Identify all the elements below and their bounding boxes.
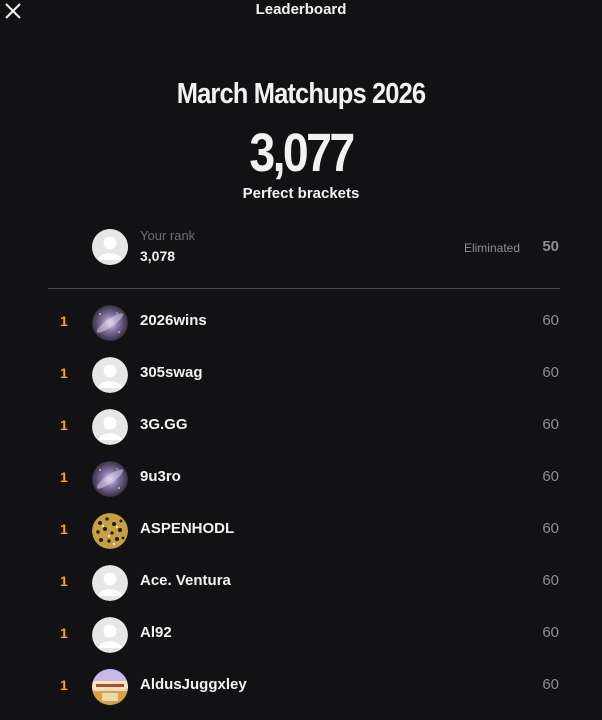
score: 60: [542, 572, 559, 589]
rank-number: 1: [60, 469, 68, 485]
rank-number: 1: [60, 677, 68, 693]
score: 60: [542, 312, 559, 329]
leaderboard-row[interactable]: 1 Al92 60: [0, 609, 602, 661]
leaderboard-row[interactable]: 1 Ace. Ventura 60: [0, 557, 602, 609]
user-avatar: [92, 617, 128, 653]
score: 60: [542, 364, 559, 381]
rank-number: 1: [60, 313, 68, 329]
leaderboard-row[interactable]: 1 9u3ro 60: [0, 453, 602, 505]
score: 60: [542, 468, 559, 485]
default-avatar-icon: [92, 229, 128, 265]
leaderboard-row[interactable]: 1 3G.GG 60: [0, 401, 602, 453]
user-avatar: [92, 669, 128, 705]
user-avatar: [92, 409, 128, 445]
username: AldusJuggxley: [140, 676, 247, 693]
leaderboard-row[interactable]: 1 AldusJuggxley 60: [0, 661, 602, 713]
leaderboard-row[interactable]: 1 305swag 60: [0, 349, 602, 401]
perfect-brackets-count: 3,077: [249, 123, 355, 183]
your-rank-label: Your rank: [140, 228, 196, 243]
username: 305swag: [140, 364, 203, 381]
username: 2026wins: [140, 312, 207, 329]
my-avatar: [92, 229, 128, 265]
rank-number: 1: [60, 521, 68, 537]
username: 9u3ro: [140, 468, 181, 485]
leaderboard-row[interactable]: 1 2026wins 60: [0, 297, 602, 349]
score: 60: [542, 416, 559, 433]
score: 60: [542, 520, 559, 537]
username: Ace. Ventura: [140, 572, 231, 589]
username: 3G.GG: [140, 416, 188, 433]
leaderboard-screen: Leaderboard March Matchups 2026 3,077 Pe…: [0, 0, 602, 720]
user-avatar: [92, 461, 128, 497]
contest-title: March Matchups 2026: [176, 78, 426, 110]
score: 60: [542, 676, 559, 693]
username: Al92: [140, 624, 172, 641]
score: 60: [542, 624, 559, 641]
leaderboard-row[interactable]: 1 ASPENHODL 60: [0, 505, 602, 557]
user-avatar: [92, 513, 128, 549]
username: ASPENHODL: [140, 520, 235, 537]
user-avatar: [92, 305, 128, 341]
divider: [48, 288, 560, 289]
user-avatar: [92, 565, 128, 601]
page-title: Leaderboard: [255, 1, 347, 18]
rank-number: 1: [60, 417, 68, 433]
rank-number: 1: [60, 365, 68, 381]
rank-number: 1: [60, 573, 68, 589]
rank-number: 1: [60, 625, 68, 641]
status-label: Eliminated: [463, 241, 520, 255]
my-score: 50: [542, 238, 559, 255]
perfect-brackets-label: Perfect brackets: [242, 185, 360, 202]
your-rank-value: 3,078: [140, 248, 176, 264]
user-avatar: [92, 357, 128, 393]
